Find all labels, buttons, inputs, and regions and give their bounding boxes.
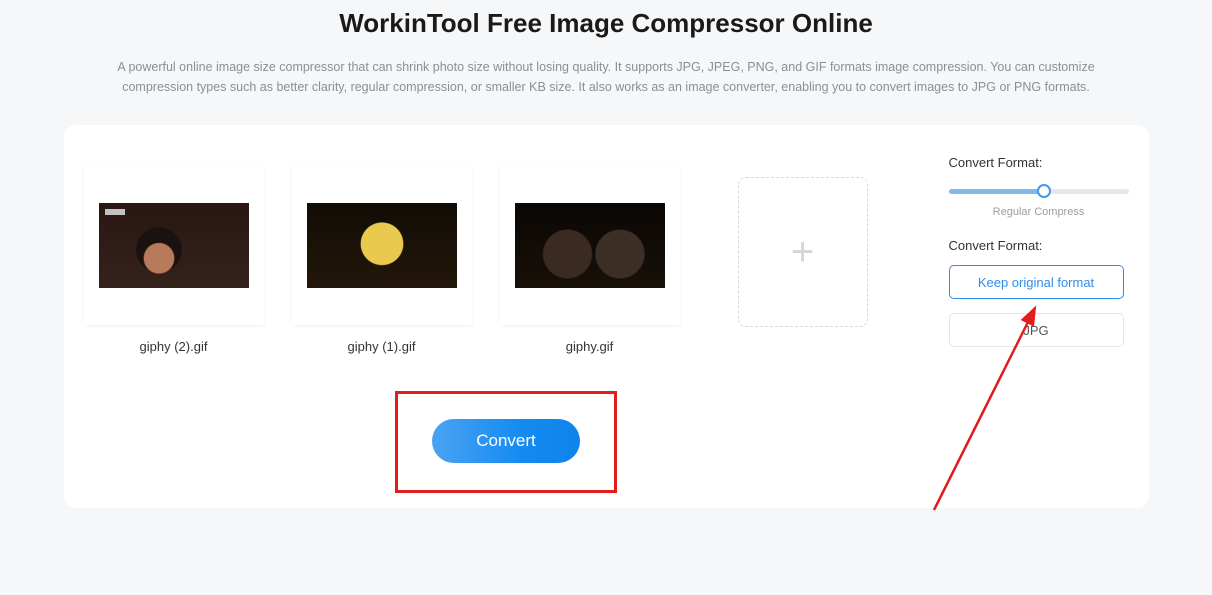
- thumbnail-image: [307, 203, 457, 288]
- thumbnail-wrap: [500, 165, 680, 325]
- annotation-highlight-box: [395, 391, 617, 493]
- file-card[interactable]: giphy (1).gif: [292, 165, 472, 354]
- slider-thumb[interactable]: [1037, 184, 1051, 198]
- thumbnail-image: [99, 203, 249, 288]
- files-grid: giphy (2).gif giphy (1).gif giphy.gif +: [84, 155, 929, 354]
- sidebar: Convert Format: Regular Compress Convert…: [929, 155, 1129, 463]
- file-name: giphy.gif: [566, 339, 613, 354]
- format-option-jpg[interactable]: JPG: [949, 313, 1124, 347]
- files-area: giphy (2).gif giphy (1).gif giphy.gif +: [84, 155, 929, 463]
- compress-label: Convert Format:: [949, 155, 1129, 170]
- page-description: A powerful online image size compressor …: [56, 57, 1156, 97]
- file-name: giphy (2).gif: [140, 339, 208, 354]
- slider-track: [949, 189, 1129, 194]
- main-panel: giphy (2).gif giphy (1).gif giphy.gif +: [64, 125, 1149, 508]
- format-label: Convert Format:: [949, 238, 1129, 253]
- slider-fill: [949, 189, 1044, 194]
- file-card[interactable]: giphy.gif: [500, 165, 680, 354]
- slider-caption: Regular Compress: [949, 206, 1129, 218]
- plus-icon: +: [791, 232, 814, 272]
- thumbnail-image: [515, 203, 665, 288]
- convert-wrap: Convert: [84, 419, 929, 463]
- thumbnail-wrap: [84, 165, 264, 325]
- page-title: WorkinTool Free Image Compressor Online: [0, 8, 1212, 39]
- thumbnail-wrap: [292, 165, 472, 325]
- file-card[interactable]: giphy (2).gif: [84, 165, 264, 354]
- format-option-keep[interactable]: Keep original format: [949, 265, 1124, 299]
- compression-slider[interactable]: [949, 182, 1129, 200]
- file-name: giphy (1).gif: [348, 339, 416, 354]
- add-file-button[interactable]: +: [738, 177, 868, 327]
